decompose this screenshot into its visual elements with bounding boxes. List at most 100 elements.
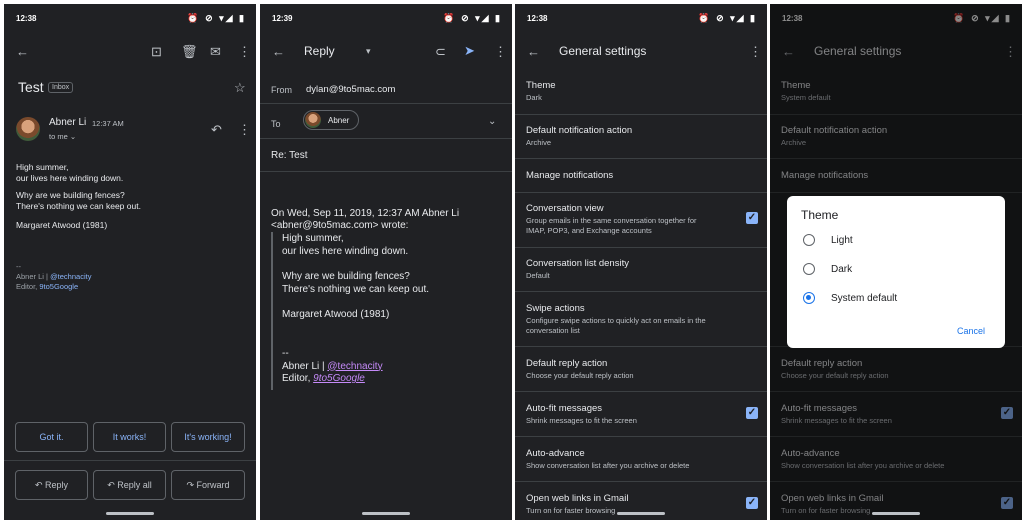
message-more-icon[interactable]: ⋮ — [238, 122, 251, 138]
status-icons: ⏰ ⊘ ▾◢ ▮ — [443, 13, 502, 23]
setting-web-links-title[interactable]: Open web links in Gmail — [526, 493, 628, 504]
web-links-checkbox[interactable]: ✓ — [746, 497, 758, 509]
setting-reply-action-title[interactable]: Default reply action — [526, 358, 607, 369]
forward-icon: ↷ — [186, 480, 194, 490]
signature-dash: -- — [282, 348, 289, 359]
quote-line: our lives here winding down. — [282, 245, 409, 257]
smart-reply-its-working[interactable]: It's working! — [171, 422, 245, 452]
status-bar: 12:39 ⏰ ⊘ ▾◢ ▮ — [260, 4, 512, 32]
reply-icon[interactable]: ↶ — [211, 122, 222, 138]
forward-button[interactable]: ↷ Forward — [171, 470, 245, 500]
setting-auto-advance-title[interactable]: Auto-advance — [526, 448, 585, 459]
back-arrow-icon[interactable]: ← — [527, 44, 540, 60]
divider — [260, 171, 512, 172]
back-arrow-icon[interactable]: ← — [16, 44, 29, 60]
from-label: From — [271, 85, 292, 95]
subject-field[interactable]: Re: Test — [271, 150, 308, 161]
signature-handle-link[interactable]: @technacity — [50, 272, 91, 281]
quote-line — [282, 296, 429, 309]
signature-site-link[interactable]: 9to5Google — [313, 373, 365, 384]
setting-swipe-actions-desc: conversation list — [526, 326, 580, 335]
settings-title: General settings — [559, 44, 647, 58]
recipient-chip[interactable]: Abner — [303, 110, 359, 130]
setting-notification-action-title[interactable]: Default notification action — [526, 125, 632, 136]
body-line: There's nothing we can keep out. — [16, 201, 141, 211]
signature-handle-link[interactable]: @technacity — [327, 361, 382, 372]
divider — [515, 291, 767, 292]
cancel-button[interactable]: Cancel — [957, 326, 985, 336]
email-body: High summer, our lives here winding down… — [16, 162, 141, 231]
inbox-badge[interactable]: Inbox — [48, 82, 74, 93]
compose-title: Reply — [304, 44, 335, 58]
more-options-icon[interactable]: ⋮ — [238, 44, 251, 60]
quote-header-line: <abner@9to5mac.com> wrote: — [271, 220, 409, 231]
reply-button[interactable]: ↶ Reply — [15, 470, 88, 500]
divider — [260, 138, 512, 139]
signature-site-link[interactable]: 9to5Google — [39, 282, 78, 291]
gesture-bar[interactable] — [106, 512, 154, 515]
divider — [515, 481, 767, 482]
signature-role: Editor, — [282, 373, 314, 384]
quoted-signature: -- Abner Li | @technacity Editor, 9to5Go… — [282, 348, 383, 386]
radio-light[interactable] — [803, 234, 815, 246]
expand-recipients-icon[interactable]: ⌄ — [488, 114, 496, 130]
status-icons: ⏰ ⊘ ▾◢ ▮ — [187, 13, 246, 23]
smart-reply-it-works[interactable]: It works! — [93, 422, 166, 452]
reply-compose-screen: 12:39 ⏰ ⊘ ▾◢ ▮ ← Reply ▾ ⊂ ➤ ⋮ From dyla… — [260, 4, 512, 520]
setting-conversation-view-desc: IMAP, POP3, and Exchange accounts — [526, 226, 652, 235]
from-value[interactable]: dylan@9to5mac.com — [306, 84, 395, 95]
back-arrow-icon[interactable]: ← — [272, 44, 285, 60]
star-icon[interactable]: ☆ — [234, 80, 246, 96]
sender-name: Abner Li — [49, 117, 87, 128]
status-icons: ⏰ ⊘ ▾◢ ▮ — [698, 13, 757, 23]
status-time: 12:39 — [272, 14, 293, 23]
divider — [515, 346, 767, 347]
quoted-text: High summer, our lives here winding down… — [282, 233, 429, 322]
setting-swipe-actions-title[interactable]: Swipe actions — [526, 303, 585, 314]
reply-all-button[interactable]: ↶ Reply all — [93, 470, 166, 500]
setting-conversation-view-title[interactable]: Conversation view — [526, 203, 604, 214]
quote-line: Margaret Atwood (1981) — [282, 309, 390, 320]
setting-notification-action-value: Archive — [526, 138, 552, 147]
divider — [515, 247, 767, 248]
radio-dark[interactable] — [803, 263, 815, 275]
status-bar: 12:38 ⏰ ⊘ ▾◢ ▮ — [515, 4, 767, 32]
setting-theme-value: Dark — [526, 93, 542, 102]
divider — [515, 158, 767, 159]
theme-dialog: Theme Light Dark System default Cancel — [787, 196, 1005, 348]
divider — [515, 436, 767, 437]
radio-system-default[interactable] — [803, 292, 815, 304]
delete-icon[interactable]: 🗑 — [181, 44, 198, 60]
body-line: our lives here winding down. — [16, 173, 124, 183]
reply-all-label: Reply all — [117, 480, 152, 490]
more-options-icon[interactable]: ⋮ — [749, 44, 762, 60]
auto-fit-checkbox[interactable]: ✓ — [746, 407, 758, 419]
option-label: Dark — [831, 264, 853, 275]
signature-name: Abner Li | — [282, 360, 328, 372]
reply-type-dropdown-icon[interactable]: ▾ — [366, 43, 371, 59]
gesture-bar[interactable] — [617, 512, 665, 515]
setting-auto-fit-title[interactable]: Auto-fit messages — [526, 403, 602, 414]
smart-reply-got-it[interactable]: Got it. — [15, 422, 88, 452]
divider — [4, 460, 256, 461]
dialog-title: Theme — [801, 208, 839, 222]
send-icon[interactable]: ➤ — [464, 43, 475, 59]
gesture-bar[interactable] — [872, 512, 920, 515]
app-bar: ← ⊡ 🗑 ✉ ⋮ — [4, 38, 256, 68]
mark-unread-icon[interactable]: ✉ — [210, 44, 221, 60]
more-options-icon[interactable]: ⋮ — [494, 44, 507, 60]
conversation-view-checkbox[interactable]: ✓ — [746, 212, 758, 224]
signature-dash: -- — [16, 262, 21, 271]
setting-web-links-desc: Turn on for faster browsing — [526, 506, 616, 515]
gesture-bar[interactable] — [362, 512, 410, 515]
recipient-toggle[interactable]: to me ⌄ — [49, 132, 76, 141]
body-line: High summer, — [16, 162, 69, 172]
setting-list-density-title[interactable]: Conversation list density — [526, 258, 629, 269]
setting-auto-advance-desc: Show conversation list after you archive… — [526, 461, 690, 470]
app-bar: ← Reply ▾ ⊂ ➤ ⋮ — [260, 38, 512, 68]
setting-manage-notifications[interactable]: Manage notifications — [526, 170, 613, 181]
setting-theme-title[interactable]: Theme — [526, 80, 556, 91]
attach-icon[interactable]: ⊂ — [435, 44, 446, 60]
archive-icon[interactable]: ⊡ — [151, 44, 162, 60]
quote-bar — [271, 232, 273, 390]
